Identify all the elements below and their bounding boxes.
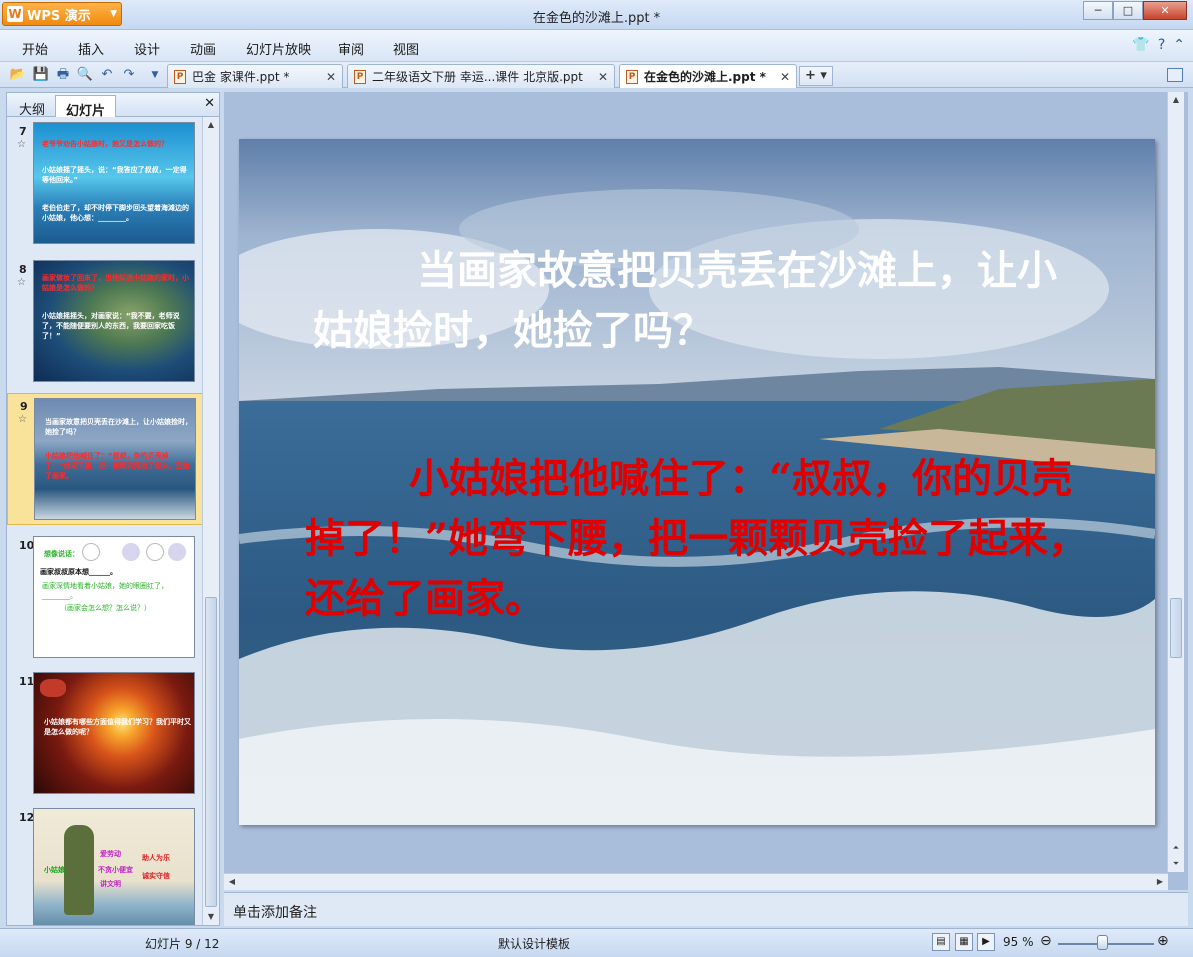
open-icon[interactable]: 📂 — [9, 66, 27, 84]
slide-thumb-8[interactable]: 8 ☆ 画家做妆了回来了，当他知道小姑娘的家时，小姑娘是怎么做的？ 小姑娘摇摇头… — [7, 257, 203, 385]
slideshow-play-icon[interactable]: ▶ — [977, 933, 995, 951]
menu-insert[interactable]: 插入 — [78, 39, 104, 58]
scroll-right-icon[interactable]: ▶ — [1152, 874, 1168, 890]
slide-thumb-9[interactable]: 9 ☆ 当画家故意把贝壳丢在沙滩上，让小姑娘捡时，她捡了吗？ 小姑娘把他喊住了：… — [7, 393, 203, 525]
figure-illustration — [64, 825, 94, 915]
title-bar: W WPS 演示 ▼ 在金色的沙滩上.ppt * ─ □ ✕ — [0, 0, 1193, 30]
slide-number: 8 — [19, 263, 27, 276]
zoom-slider-knob[interactable] — [1097, 935, 1108, 950]
redo-icon[interactable]: ↷ — [120, 66, 138, 84]
scroll-thumb[interactable] — [1170, 598, 1182, 658]
close-tab-icon[interactable]: ✕ — [780, 70, 790, 84]
scroll-up-icon[interactable]: ▲ — [203, 117, 219, 133]
zoom-out-icon[interactable]: ⊖ — [1040, 933, 1052, 949]
menu-home[interactable]: 开始 — [22, 39, 48, 58]
doc-tab-2[interactable]: P 二年级语文下册 幸运...课件 北京版.ppt ✕ — [347, 64, 615, 88]
doc-tab-label: 二年级语文下册 幸运...课件 北京版.ppt — [372, 70, 583, 84]
doc-tab-label: 在金色的沙滩上.ppt * — [644, 70, 766, 84]
transition-star-icon: ☆ — [17, 277, 26, 288]
zoom-in-icon[interactable]: ⊕ — [1157, 933, 1169, 949]
new-tab-button[interactable]: + ▾ — [799, 66, 833, 86]
slide-number: 7 — [19, 125, 27, 138]
close-tab-icon[interactable]: ✕ — [598, 70, 608, 84]
slide-thumb-7[interactable]: 7 ☆ 老爷爷劝告小姑娘时，她又是怎么做的？ 小姑娘摇了摇头，说：“我答应了叔叔… — [7, 119, 203, 247]
transition-star-icon: ☆ — [17, 139, 26, 150]
close-panel-icon[interactable]: ✕ — [204, 96, 215, 111]
slide-thumb-12[interactable]: 12 小姑娘 爱劳动 不贪小便宜 讲文明 助人为乐 诚实守信 — [7, 805, 203, 925]
tab-slides[interactable]: 幻灯片 — [55, 95, 117, 119]
help-icon[interactable]: ? — [1158, 37, 1165, 53]
slide-question-text[interactable]: 当画家故意把贝壳丢在沙滩上，让小姑娘捡时，她捡了吗？ — [313, 241, 1073, 361]
scroll-thumb[interactable] — [205, 597, 217, 907]
doc-tab-3[interactable]: P 在金色的沙滩上.ppt * ✕ — [619, 64, 797, 88]
slide-horizontal-scrollbar[interactable]: ◀ ▶ — [224, 873, 1168, 890]
slide-thumb-11[interactable]: 11 小姑娘都有哪些方面值得我们学习？我们平时又是怎么做的呢？ — [7, 669, 203, 797]
menu-bar: 开始 插入 设计 动画 幻灯片放映 审阅 视图 👕 ? ⌃ — [0, 30, 1193, 62]
maximize-button[interactable]: □ — [1113, 1, 1143, 20]
current-slide[interactable]: 当画家故意把贝壳丢在沙滩上，让小姑娘捡时，她捡了吗？ 小姑娘把他喊住了：“叔叔，… — [239, 139, 1155, 825]
slide-number: 9 — [20, 400, 28, 413]
print-icon[interactable]: 🖶 — [54, 66, 72, 84]
notes-placeholder[interactable]: 单击添加备注 — [233, 902, 317, 922]
menu-slideshow[interactable]: 幻灯片放映 — [246, 39, 311, 58]
slide-answer-text[interactable]: 小姑娘把他喊住了：“叔叔，你的贝壳掉了！”她弯下腰，把一颗颗贝壳捡了起来，还给了… — [305, 449, 1095, 629]
print-preview-icon[interactable]: 🔍 — [76, 66, 94, 84]
menu-view[interactable]: 视图 — [393, 39, 419, 58]
quick-toolbar: 📂 💾 🖶 🔍 ↶ ↷ ▼ P 巴金 家课件.ppt * ✕ P 二年级语文下册… — [0, 62, 1193, 88]
undo-icon[interactable]: ↶ — [98, 66, 116, 84]
slide-edit-area: 当画家故意把贝壳丢在沙滩上，让小姑娘捡时，她捡了吗？ 小姑娘把他喊住了：“叔叔，… — [224, 92, 1188, 890]
slide-vertical-scrollbar[interactable]: ▲ ⏶ ⏷ — [1167, 92, 1184, 872]
close-button[interactable]: ✕ — [1143, 1, 1187, 20]
status-bar: 幻灯片 9 / 12 默认设计模板 ▤ ▦ ▶ 95 % ⊖ ⊕ — [0, 928, 1193, 957]
flower-icon — [40, 679, 66, 697]
window-title: 在金色的沙滩上.ppt * — [532, 11, 661, 26]
window-layout-icon[interactable] — [1167, 68, 1183, 82]
slide-counter: 幻灯片 9 / 12 — [145, 937, 220, 951]
template-name: 默认设计模板 — [498, 937, 571, 951]
doc-tab-1[interactable]: P 巴金 家课件.ppt * ✕ — [167, 64, 343, 88]
transition-star-icon: ☆ — [18, 414, 27, 425]
slide-thumb-10[interactable]: 10 想像说话： 画家叔叔原本想______。 画家深情地看着小姑娘，她的眼圈红… — [7, 533, 203, 661]
normal-view-icon[interactable]: ▤ — [932, 933, 950, 951]
minimize-button[interactable]: ─ — [1083, 1, 1113, 20]
tab-outline[interactable]: 大纲 — [9, 95, 55, 118]
previous-slide-icon[interactable]: ⏶ — [1168, 840, 1184, 856]
close-tab-icon[interactable]: ✕ — [326, 70, 336, 84]
doc-tab-label: 巴金 家课件.ppt * — [192, 70, 290, 84]
ppt-file-icon: P — [174, 69, 186, 84]
menu-review[interactable]: 审阅 — [338, 39, 364, 58]
slides-panel-scrollbar[interactable]: ▲ ▼ — [202, 117, 219, 925]
save-icon[interactable]: 💾 — [32, 66, 50, 84]
zoom-level: 95 % — [1003, 935, 1034, 949]
scroll-left-icon[interactable]: ◀ — [224, 874, 240, 890]
menu-animation[interactable]: 动画 — [190, 39, 216, 58]
ribbon-toggle-icon[interactable]: ⌃ — [1173, 37, 1185, 53]
slides-panel: 大纲 幻灯片 ✕ 7 ☆ 老爷爷劝告小姑娘时，她又是怎么做的？ 小姑娘摇了摇头，… — [6, 92, 220, 926]
skin-icon[interactable]: 👕 — [1132, 37, 1149, 53]
menu-design[interactable]: 设计 — [134, 39, 160, 58]
slide-sorter-icon[interactable]: ▦ — [955, 933, 973, 951]
ppt-file-icon: P — [354, 69, 366, 84]
next-slide-icon[interactable]: ⏷ — [1168, 856, 1184, 872]
notes-pane[interactable]: 单击添加备注 — [224, 892, 1188, 926]
scroll-down-icon[interactable]: ▼ — [203, 909, 219, 925]
scroll-up-icon[interactable]: ▲ — [1168, 92, 1184, 108]
customize-icon[interactable]: ▼ — [146, 66, 164, 84]
ppt-file-icon: P — [626, 69, 638, 84]
